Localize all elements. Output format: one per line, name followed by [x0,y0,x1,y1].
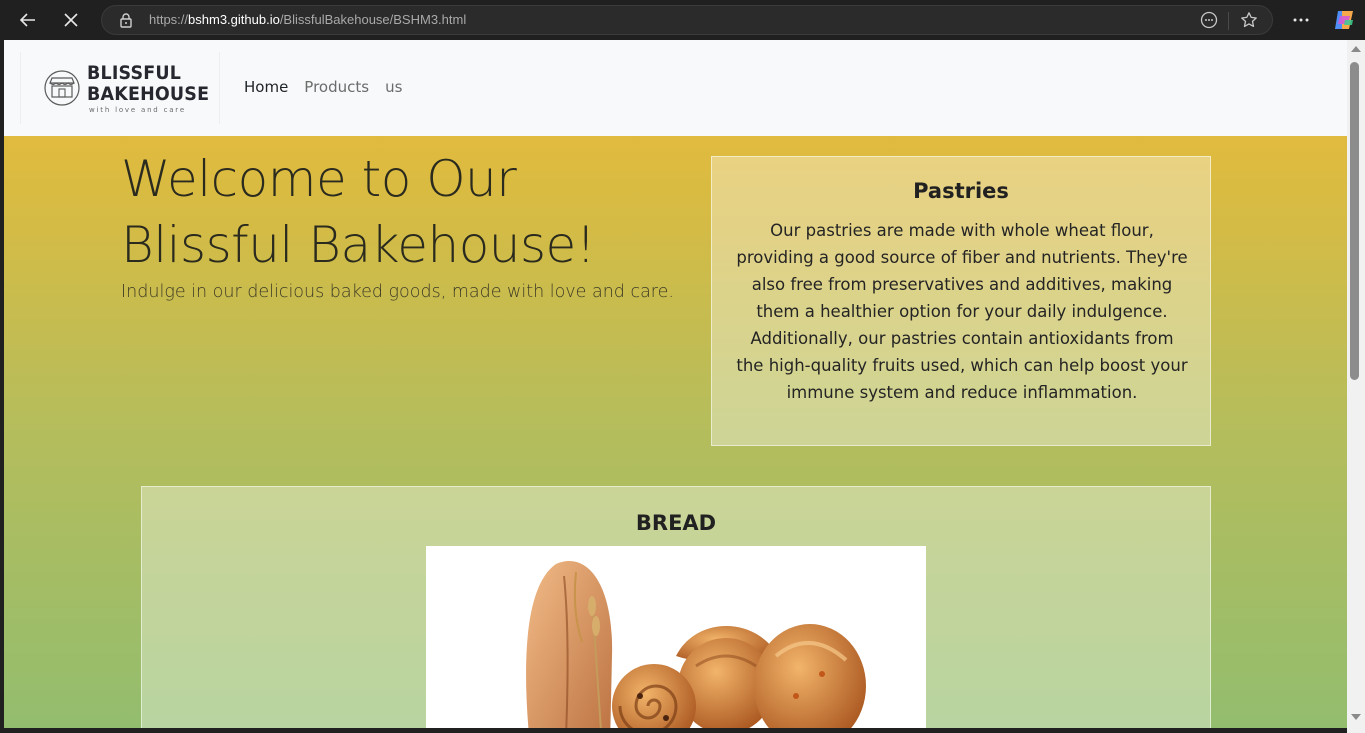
copilot-icon[interactable] [1332,8,1356,32]
scrollbar-thumb[interactable] [1350,62,1359,380]
nav-link-home[interactable]: Home [244,78,288,96]
url-path: /BlissfulBakehouse/BSHM3.html [279,12,467,27]
lock-icon[interactable] [118,12,134,28]
scroll-down-arrow-icon[interactable] [1351,714,1361,720]
address-bar-divider [1228,12,1229,30]
logo-wordmark-line1: BLISSFUL [87,62,182,84]
browser-toolbar: https://bshm3.github.io/BlissfulBakehous… [0,0,1365,40]
bread-image [426,546,926,728]
more-menu-icon[interactable] [1290,9,1312,31]
nav-link-us[interactable]: us [385,78,402,96]
address-bar[interactable]: https://bshm3.github.io/BlissfulBakehous… [101,5,1273,35]
page-viewport: BLISSFUL BAKEHOUSE with love and care Ho… [4,40,1347,728]
scroll-up-arrow-icon[interactable] [1351,46,1361,52]
bread-title: BREAD [635,511,717,535]
window-bottom-edge [0,728,1347,733]
pastries-card: Pastries Our pastries are made with whol… [711,156,1211,446]
stop-loading-icon[interactable] [57,6,85,34]
site-logo[interactable]: BLISSFUL BAKEHOUSE with love and care [20,52,220,124]
url-host: bshm3.github.io [188,12,280,27]
logo-tagline: with love and care [89,106,186,114]
pastries-description: Our pastries are made with whole wheat f… [736,221,1188,402]
reader-mode-icon[interactable] [1200,11,1218,29]
favorite-star-icon[interactable] [1240,11,1258,29]
storefront-icon [41,70,83,106]
back-arrow-icon[interactable] [14,6,42,34]
nav-link-products[interactable]: Products [304,78,369,96]
site-navbar: BLISSFUL BAKEHOUSE with love and care Ho… [4,40,1347,136]
url-text[interactable]: https://bshm3.github.io/BlissfulBakehous… [149,12,466,27]
bread-card: BREAD [141,486,1211,728]
hero-title-line2: Blissful Bakehouse! [121,216,596,274]
url-scheme: https:// [149,12,189,27]
hero-title-line1: Welcome to Our [121,150,517,208]
hero-subtitle: Indulge in our delicious baked goods, ma… [121,282,674,302]
logo-wordmark-line2: BAKEHOUSE [87,83,210,105]
pastries-title: Pastries [913,179,1009,203]
main-nav: Home Products us [244,78,418,96]
hero-title: Welcome to Our Blissful Bakehouse! [121,146,681,278]
page-scrollbar[interactable] [1347,40,1365,733]
